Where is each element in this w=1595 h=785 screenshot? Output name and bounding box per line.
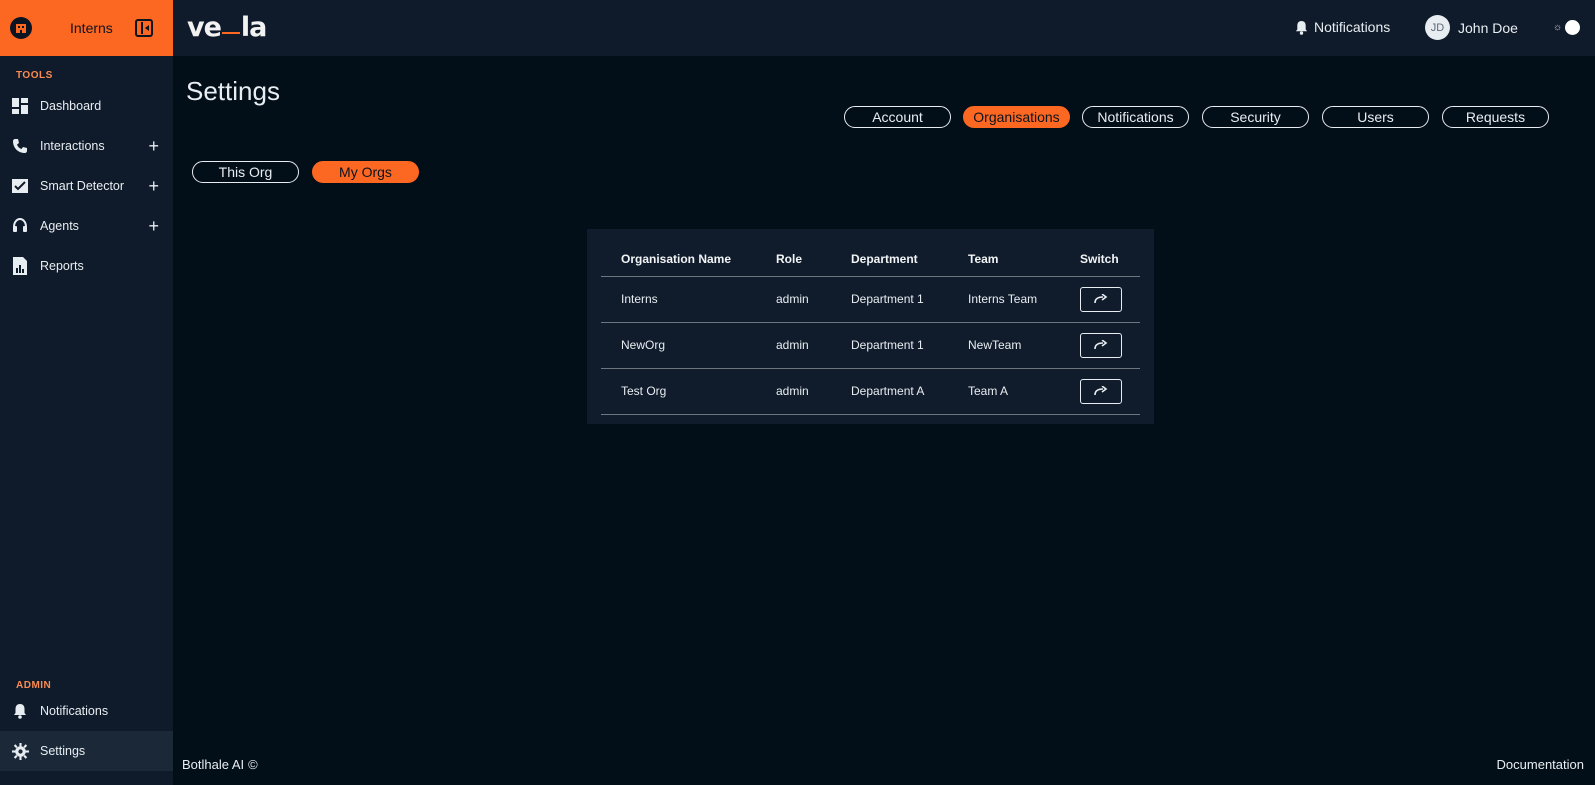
logo-text-right: la [240,12,268,43]
sidebar-item-label: Notifications [40,704,109,718]
cell-switch [1060,368,1140,415]
check-chart-icon [11,177,29,195]
avatar: JD [1425,15,1450,40]
column-header-role: Role [756,243,831,277]
sidebar-item-reports[interactable]: Reports [0,246,173,286]
user-name: John Doe [1458,19,1518,36]
table-row: NewOrg admin Department 1 NewTeam [601,322,1140,369]
column-header-team: Team [948,243,1060,277]
org-name: Interns [70,20,113,36]
switch-org-button[interactable] [1080,332,1122,358]
cell-switch [1060,322,1140,369]
sidebar-item-label: Agents [40,219,79,233]
sidebar-item-agents[interactable]: Agents + [0,206,173,246]
expand-plus-icon[interactable]: + [148,137,159,155]
user-menu[interactable]: JD John Doe [1425,15,1518,40]
cell-organisation-name: NewOrg [601,322,756,369]
tab-account[interactable]: Account [844,106,951,128]
gear-icon [11,742,29,760]
tools-nav: Dashboard Interactions + Smart Detector … [0,86,173,286]
company-name: Botlhale AI [182,757,245,772]
toggle-knob [1565,20,1581,35]
column-header-switch: Switch [1060,243,1140,277]
sidebar-item-label: Reports [40,259,84,273]
page-title: Settings [186,76,280,106]
subtab-this-org[interactable]: This Org [192,161,299,183]
cell-switch [1060,276,1140,323]
sidebar-item-smart-detector[interactable]: Smart Detector + [0,166,173,206]
cell-organisation-name: Test Org [601,368,756,415]
vela-logo[interactable]: ve la [187,12,268,43]
cell-role: admin [756,368,831,415]
cell-role: admin [756,322,831,369]
expand-plus-icon[interactable]: + [148,177,159,195]
theme-toggle[interactable]: ☼ [1553,20,1581,35]
tab-organisations[interactable]: Organisations [963,106,1070,128]
sidebar-item-dashboard[interactable]: Dashboard [0,86,173,126]
report-icon [11,257,29,275]
sidebar-item-interactions[interactable]: Interactions + [0,126,173,166]
table-header-row: Organisation Name Role Department Team S… [601,243,1140,277]
topbar: ve la Notifications JD John Doe ☼ [173,0,1595,56]
share-arrow-icon [1094,340,1108,350]
admin-nav: Notifications Settings [0,691,173,771]
share-arrow-icon [1094,294,1108,304]
cell-department: Department A [831,368,948,415]
organisations-table: Organisation Name Role Department Team S… [601,243,1140,415]
tab-requests[interactable]: Requests [1442,106,1549,128]
cell-role: admin [756,276,831,323]
sidebar-item-settings[interactable]: Settings [0,731,173,771]
tools-section-label: TOOLS [16,70,53,81]
column-header-organisation-name: Organisation Name [601,243,756,277]
column-header-department: Department [831,243,948,277]
cell-department: Department 1 [831,276,948,323]
logo-text-left: ve [187,12,222,43]
sidebar-item-notifications[interactable]: Notifications [0,691,173,731]
top-notifications-button[interactable]: Notifications [1295,19,1390,35]
bell-icon [11,702,29,720]
cell-team: Interns Team [948,276,1060,323]
tab-notifications[interactable]: Notifications [1082,106,1189,128]
cell-team: Team A [948,368,1060,415]
building-icon [10,17,32,39]
top-notifications-label: Notifications [1314,19,1391,35]
phone-icon [11,137,29,155]
sidebar-item-label: Settings [40,744,86,758]
sidebar-item-label: Interactions [40,139,105,153]
bell-icon [1295,20,1308,35]
expand-plus-icon[interactable]: + [148,217,159,235]
logo-wave-icon [221,24,240,34]
sidebar-item-label: Smart Detector [40,179,125,193]
table-row: Test Org admin Department A Team A [601,368,1140,415]
cell-team: NewTeam [948,322,1060,369]
copyright-icon: © [248,757,258,772]
headset-icon [11,217,29,235]
share-arrow-icon [1094,386,1108,396]
switch-org-button[interactable] [1080,286,1122,312]
cell-organisation-name: Interns [601,276,756,323]
documentation-link[interactable]: Documentation [1497,757,1584,772]
footer-company: Botlhale AI © [182,757,258,772]
subtab-my-orgs[interactable]: My Orgs [312,161,419,183]
tab-security[interactable]: Security [1202,106,1309,128]
org-header[interactable]: Interns [0,0,173,56]
table-row: Interns admin Department 1 Interns Team [601,276,1140,323]
sidebar: Interns TOOLS Dashboard Interactions + S… [0,0,173,785]
collapse-sidebar-icon[interactable] [135,19,153,37]
cell-department: Department 1 [831,322,948,369]
tab-users[interactable]: Users [1322,106,1429,128]
admin-section-label: ADMIN [16,680,52,691]
sidebar-item-label: Dashboard [40,99,102,113]
sun-icon: ☼ [1553,22,1563,33]
switch-org-button[interactable] [1080,378,1122,404]
dashboard-icon [11,97,29,115]
organisations-table-panel: Organisation Name Role Department Team S… [587,229,1154,424]
